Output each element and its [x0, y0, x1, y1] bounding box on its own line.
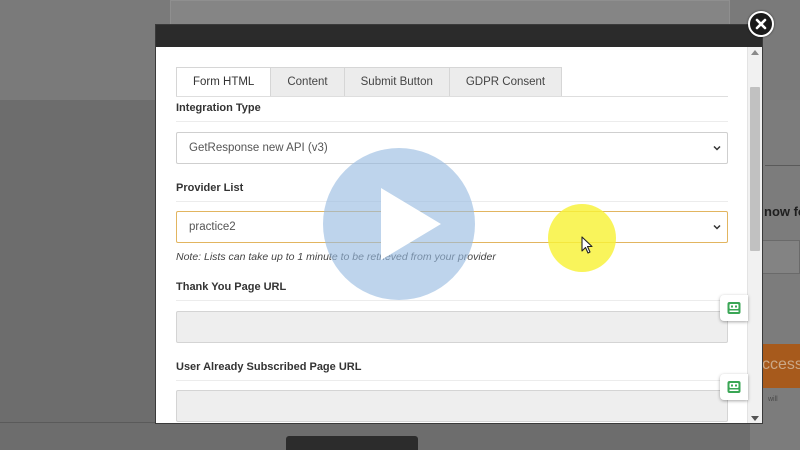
chat-bot-button[interactable]: [720, 295, 748, 321]
background-small-text: will: [768, 396, 778, 403]
provider-list-label: Provider List: [176, 182, 244, 194]
provider-list-value: practice2: [189, 221, 236, 233]
background-divider: [765, 165, 800, 166]
video-play-button[interactable]: [323, 148, 475, 300]
integration-type-value: GetResponse new API (v3): [189, 142, 328, 154]
close-button[interactable]: [748, 11, 774, 37]
tab-divider: [176, 96, 728, 97]
modal-header: [156, 25, 762, 47]
tab-submit-button[interactable]: Submit Button: [344, 67, 450, 97]
integration-type-label: Integration Type: [176, 102, 261, 114]
chat-bot-icon: [727, 302, 741, 314]
divider: [176, 300, 728, 301]
background-bottom-button: [286, 436, 418, 450]
chevron-down-icon: [713, 224, 721, 230]
background-divider-bottom: [0, 422, 155, 423]
scroll-down-arrow-icon[interactable]: [751, 416, 759, 421]
play-icon: [381, 188, 441, 260]
tab-content[interactable]: Content: [271, 67, 345, 97]
background-field: [762, 240, 800, 274]
modal-scrollbar[interactable]: [747, 47, 762, 423]
thank-you-url-input[interactable]: [176, 311, 728, 343]
background-heading: now fo: [764, 204, 800, 219]
mouse-cursor-icon: [581, 236, 593, 254]
thank-you-url-label: Thank You Page URL: [176, 281, 287, 293]
already-subscribed-url-input[interactable]: [176, 390, 728, 422]
divider: [176, 380, 728, 381]
chevron-down-icon: [713, 145, 721, 151]
tab-form-html[interactable]: Form HTML: [176, 67, 272, 97]
already-subscribed-url-label: User Already Subscribed Page URL: [176, 361, 362, 373]
divider: [176, 121, 728, 122]
close-icon: [755, 18, 767, 30]
scrollbar-thumb[interactable]: [750, 87, 760, 251]
tab-gdpr-consent[interactable]: GDPR Consent: [449, 67, 563, 97]
chat-bot-icon: [727, 381, 741, 393]
chat-bot-button[interactable]: [720, 374, 748, 400]
scroll-up-arrow-icon[interactable]: [751, 50, 759, 55]
background-access-button: ccess: [760, 344, 800, 388]
tab-bar: Form HTML Content Submit Button GDPR Con…: [176, 67, 563, 97]
